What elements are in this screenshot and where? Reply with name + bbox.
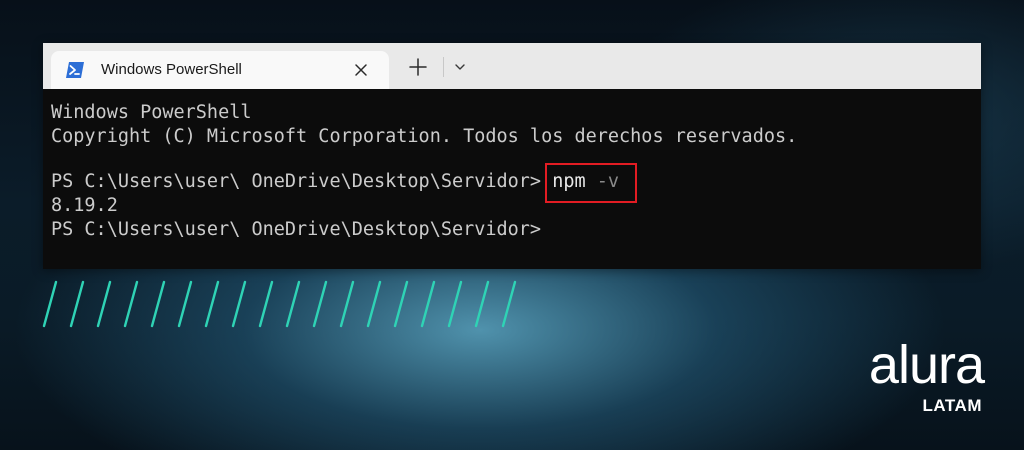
plus-icon[interactable]: [407, 56, 429, 78]
close-icon[interactable]: [350, 59, 372, 81]
logo-word: alura: [868, 335, 985, 395]
highlighted-command: npm -v: [545, 163, 638, 203]
tab-windows-powershell[interactable]: Windows PowerShell: [51, 51, 389, 89]
decorative-slashes: [42, 280, 517, 328]
terminal-output-line: 8.19.2: [51, 195, 118, 216]
logo-subtitle: LATAM: [922, 396, 982, 415]
chevron-down-icon[interactable]: [451, 59, 469, 75]
terminal-header-line: Windows PowerShell: [51, 102, 252, 123]
terminal-copyright-line: Copyright (C) Microsoft Corporation. Tod…: [51, 126, 798, 147]
powershell-window: Windows PowerShell Windows PowerShell Co…: [43, 43, 981, 269]
title-bar: Windows PowerShell: [43, 43, 981, 89]
alura-latam-logo: alura LATAM: [858, 338, 988, 428]
terminal-command-line: PS C:\Users\user\ OneDrive\Desktop\Servi…: [51, 163, 971, 203]
terminal-output[interactable]: Windows PowerShell Copyright (C) Microso…: [51, 101, 971, 242]
tab-title: Windows PowerShell: [101, 61, 242, 78]
terminal-prompt-line: PS C:\Users\user\ OneDrive\Desktop\Servi…: [51, 219, 542, 240]
powershell-icon: [66, 62, 84, 78]
highlight-box: [545, 163, 638, 203]
titlebar-divider: [443, 57, 444, 77]
prompt: PS C:\Users\user\ OneDrive\Desktop\Servi…: [51, 171, 553, 192]
